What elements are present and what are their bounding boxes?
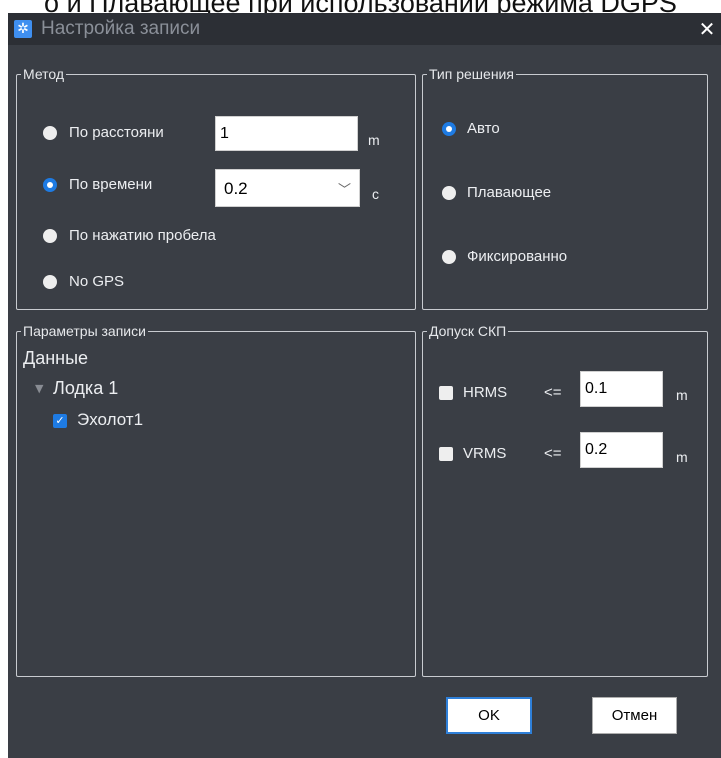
title-bar[interactable]: ✲ Настройка записи ✕ bbox=[8, 13, 721, 45]
distance-unit: m bbox=[368, 132, 380, 148]
tree-root-data[interactable]: Данные bbox=[23, 347, 88, 369]
record-params-group: Параметры записи Данные ▼ Лодка 1 ✓ Эхол… bbox=[16, 322, 416, 677]
time-unit: c bbox=[372, 186, 379, 202]
close-button[interactable]: ✕ bbox=[693, 15, 721, 43]
label-solution-float: Плавающее bbox=[467, 184, 552, 201]
ok-button[interactable]: OK bbox=[446, 697, 532, 734]
radio-no-gps[interactable] bbox=[43, 275, 57, 289]
label-no-gps: No GPS bbox=[69, 273, 125, 290]
vrms-unit: m bbox=[676, 449, 688, 465]
time-interval-select[interactable]: 0.2 ﹀ bbox=[215, 169, 360, 207]
gear-icon: ✲ bbox=[14, 20, 32, 38]
label-hrms: HRMS bbox=[463, 384, 508, 401]
expand-triangle-icon[interactable]: ▼ bbox=[35, 382, 43, 395]
vrms-input[interactable] bbox=[580, 432, 663, 468]
rms-tolerance-legend: Допуск СКП bbox=[427, 322, 509, 340]
radio-by-distance[interactable] bbox=[43, 126, 57, 140]
vrms-operator: <= bbox=[544, 445, 562, 462]
record-settings-dialog: ✲ Настройка записи ✕ Метод По расстояни … bbox=[8, 13, 721, 758]
radio-by-spacebar[interactable] bbox=[43, 229, 57, 243]
time-interval-value: 0.2 bbox=[224, 179, 248, 198]
checkbox-vrms[interactable] bbox=[439, 447, 453, 461]
radio-solution-auto[interactable] bbox=[442, 122, 456, 136]
tree-item-boat[interactable]: Лодка 1 bbox=[53, 377, 118, 399]
rms-tolerance-group: Допуск СКП HRMS <= m VRMS <= m bbox=[422, 322, 708, 677]
hrms-operator: <= bbox=[544, 384, 562, 401]
label-by-time: По времени bbox=[69, 176, 153, 193]
solution-type-legend: Тип решения bbox=[427, 65, 516, 83]
cancel-button[interactable]: Отмен bbox=[592, 697, 677, 734]
chevron-down-icon: ﹀ bbox=[337, 182, 351, 197]
checkbox-hrms[interactable] bbox=[439, 386, 453, 400]
tree-item-echosounder[interactable]: Эхолот1 bbox=[77, 409, 143, 431]
label-solution-auto: Авто bbox=[467, 120, 500, 137]
radio-solution-float[interactable] bbox=[442, 186, 456, 200]
radio-by-time[interactable] bbox=[43, 178, 57, 192]
hrms-input[interactable] bbox=[580, 371, 663, 407]
distance-input[interactable] bbox=[215, 116, 358, 151]
method-legend: Метод bbox=[21, 65, 67, 83]
method-group: Метод По расстояни m По времени 0.2 ﹀ c … bbox=[16, 65, 416, 310]
solution-type-group: Тип решения Авто Плавающее Фиксированно bbox=[422, 65, 708, 310]
label-solution-fixed: Фиксированно bbox=[467, 248, 568, 265]
dialog-title: Настройка записи bbox=[41, 18, 201, 39]
label-by-distance: По расстояни bbox=[69, 124, 164, 141]
record-params-legend: Параметры записи bbox=[21, 322, 148, 340]
hrms-unit: m bbox=[676, 387, 688, 403]
radio-solution-fixed[interactable] bbox=[442, 250, 456, 264]
label-by-spacebar: По нажатию пробела bbox=[69, 227, 216, 244]
label-vrms: VRMS bbox=[463, 445, 507, 462]
checkbox-echosounder[interactable]: ✓ bbox=[53, 414, 67, 428]
